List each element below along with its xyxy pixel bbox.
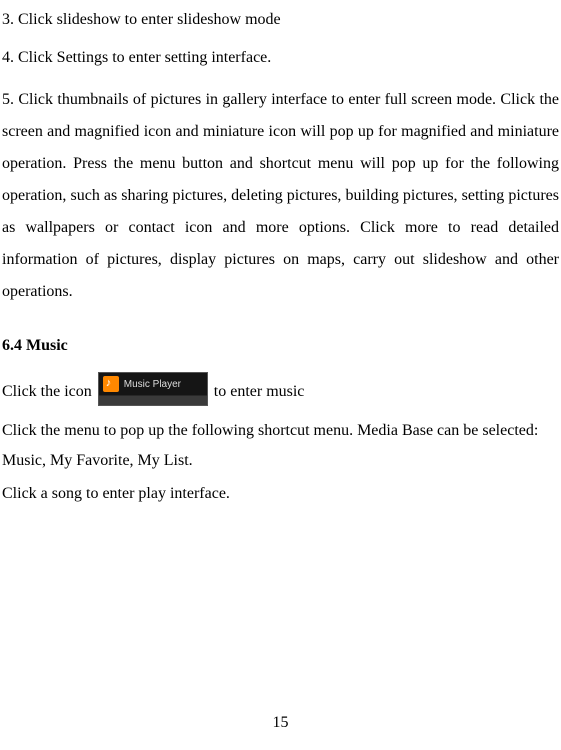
section-heading-music: 6.4 Music <box>2 334 559 358</box>
menu-instruction: Click the menu to pop up the following s… <box>2 416 559 475</box>
icon-line-text-before: Click the icon <box>2 382 92 403</box>
music-player-icon: Music Player <box>98 372 208 406</box>
instruction-step-5: 5. Click thumbnails of pictures in galle… <box>2 84 559 308</box>
instruction-step-3: 3. Click slideshow to enter slideshow mo… <box>2 8 559 32</box>
music-note-icon <box>103 376 119 392</box>
icon-line-text-after: to enter music <box>214 382 305 403</box>
page-number: 15 <box>0 714 561 732</box>
instruction-step-4: 4. Click Settings to enter setting inter… <box>2 46 559 70</box>
music-player-label: Music Player <box>124 378 181 391</box>
icon-instruction-line: Click the icon Music Player to enter mus… <box>2 372 559 406</box>
play-instruction: Click a song to enter play interface. <box>2 479 559 509</box>
